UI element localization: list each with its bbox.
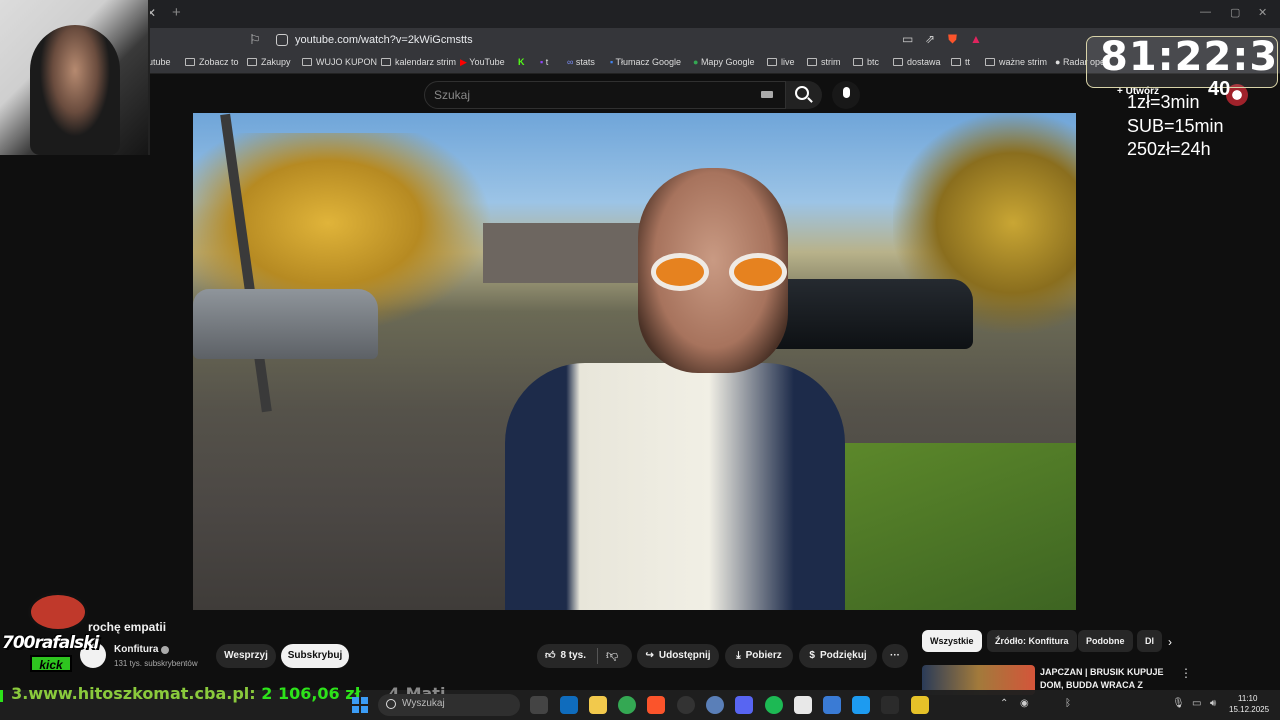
speaker-icon[interactable]: 🔊︎ — [1210, 698, 1216, 709]
search-icon — [795, 86, 809, 100]
bookmark-item[interactable]: ▪ Tłumacz Google — [610, 57, 681, 67]
kick-logo: kick — [30, 655, 72, 672]
desktop-app-icon[interactable] — [560, 696, 578, 714]
bookmark-icon[interactable]: ⚐ — [249, 32, 261, 48]
app-icon[interactable] — [911, 696, 929, 714]
taskbar-date[interactable]: 15.12.2025 — [1229, 705, 1269, 714]
microphone-icon — [843, 87, 850, 98]
app-icon[interactable] — [852, 696, 870, 714]
streamer-logo-name: 700rafalski — [2, 633, 99, 653]
download-button[interactable]: ⤓ Pobierz — [725, 644, 793, 668]
task-view-icon[interactable] — [530, 696, 548, 714]
video-title: rochę empatii — [88, 620, 167, 634]
search-placeholder: Szukaj — [434, 88, 471, 102]
brave-icon[interactable] — [647, 696, 665, 714]
bookmark-item[interactable]: WUJO KUPON — [302, 57, 377, 67]
bookmark-item[interactable]: ▶ YouTube — [460, 57, 505, 68]
bookmark-item[interactable]: dostawa — [893, 57, 941, 67]
more-actions-button[interactable]: ··· — [882, 644, 908, 668]
cast-icon[interactable]: ▭ — [902, 32, 913, 46]
rate-sub: SUB=15min — [1127, 116, 1224, 136]
taskbar-time[interactable]: 11:10 — [1238, 694, 1257, 703]
suggestion-title[interactable]: JAPCZAN | BRUSIK KUPUJE DOM, BUDDA WRACA… — [1040, 666, 1170, 692]
bookmark-item[interactable]: ważne strim — [985, 57, 1047, 67]
url-text[interactable]: youtube.com/watch?v=2kWiGcmstts — [295, 34, 473, 46]
thumbs-down-icon[interactable]: 👎︎ — [606, 648, 618, 663]
search-input[interactable] — [424, 81, 786, 109]
like-divider — [597, 648, 598, 664]
chevron-right-icon[interactable]: › — [1168, 635, 1172, 649]
bookmark-item[interactable]: Zobacz to — [185, 57, 239, 67]
thanks-button[interactable]: $ Podziękuj — [799, 644, 877, 668]
share-icon: ↪ — [645, 650, 654, 661]
keyboard-icon[interactable] — [761, 91, 773, 98]
video-frame-building — [483, 223, 653, 283]
verified-icon — [161, 646, 169, 654]
bookmark-item[interactable]: Zakupy — [247, 57, 291, 67]
app-icon[interactable] — [794, 696, 812, 714]
bookmark-item[interactable]: kalendarz strim — [381, 57, 456, 67]
obs-icon[interactable] — [677, 696, 695, 714]
subscribe-button[interactable]: Subskrybuj — [281, 644, 349, 668]
share-button[interactable]: ↪ Udostępnij — [637, 644, 719, 668]
maximize-icon[interactable]: ▢ — [1230, 6, 1240, 19]
chip-more[interactable]: Dl — [1137, 630, 1162, 652]
microphone-icon[interactable]: 🎙︎ — [1172, 698, 1185, 709]
bookmark-item[interactable]: ▪ t — [540, 57, 548, 67]
download-icon: ⤓ — [736, 650, 741, 661]
video-player[interactable] — [193, 113, 1076, 610]
timer-seconds: 40 — [1208, 78, 1231, 100]
app-icon[interactable] — [706, 696, 724, 714]
browser-tab-strip — [0, 0, 1280, 28]
app-icon[interactable] — [881, 696, 899, 714]
chip-similar[interactable]: Podobne — [1078, 630, 1133, 652]
minimize-icon[interactable]: — — [1200, 6, 1211, 18]
share-page-icon[interactable]: ⇗ — [925, 32, 935, 46]
suggestion-menu-icon[interactable]: ⋮ — [1180, 666, 1192, 680]
video-frame-person-jacket — [505, 363, 845, 610]
tray-chevron-icon[interactable]: ⌃ — [1000, 698, 1008, 709]
subscriber-count: 131 tys. subskrybentów — [114, 659, 198, 668]
discord-icon[interactable] — [735, 696, 753, 714]
window-close-icon[interactable]: ✕ — [1258, 6, 1267, 19]
bookmark-item[interactable]: btc — [853, 57, 879, 67]
bookmark-item[interactable]: ● Mapy Google — [693, 57, 754, 67]
subathon-timer: 81:22:39 — [1100, 34, 1280, 80]
bookmark-item[interactable]: ∞ stats — [567, 57, 595, 67]
video-frame-car — [193, 289, 378, 359]
bookmark-item[interactable]: utube — [148, 57, 171, 67]
bookmark-kick-icon[interactable]: K — [518, 57, 525, 67]
chip-source[interactable]: Źródło: Konfitura — [987, 630, 1077, 652]
rewards-icon[interactable]: ▲ — [970, 32, 982, 46]
video-frame-glasses — [651, 253, 801, 291]
bookmark-item[interactable]: tt — [951, 57, 970, 67]
thanks-icon: $ — [809, 650, 815, 661]
bluetooth-icon[interactable]: ᛒ — [1065, 698, 1071, 709]
monitor-icon[interactable]: ▭ — [1192, 698, 1201, 709]
rate-donation: 1zł=3min — [1127, 92, 1200, 112]
bookmark-item[interactable]: live — [767, 57, 795, 67]
support-button[interactable]: Wesprzyj — [216, 644, 276, 668]
chrome-icon[interactable] — [618, 696, 636, 714]
file-explorer-icon[interactable] — [589, 696, 607, 714]
site-info-icon[interactable] — [276, 34, 288, 46]
streamer-logo-image — [28, 592, 88, 632]
new-tab-button[interactable]: + — [172, 4, 181, 21]
search-icon — [386, 699, 396, 709]
bookmark-item[interactable]: strim — [807, 57, 841, 67]
taskbar-search-input[interactable] — [378, 694, 520, 716]
rate-big-donation: 250zł=24h — [1127, 139, 1211, 159]
tray-app-icon[interactable]: ◉ — [1020, 698, 1029, 709]
taskbar-search-placeholder: Wyszukaj — [402, 698, 445, 709]
webcam-person — [30, 25, 120, 155]
windows-start-icon[interactable] — [352, 697, 368, 713]
chip-all[interactable]: Wszystkie — [922, 630, 982, 652]
app-icon[interactable] — [823, 696, 841, 714]
thumbs-up-icon: 👍︎ — [545, 650, 556, 661]
spotify-icon[interactable] — [765, 696, 783, 714]
brave-shield-icon[interactable]: ⛊ — [948, 32, 957, 47]
channel-name[interactable]: Konfitura — [114, 644, 158, 655]
